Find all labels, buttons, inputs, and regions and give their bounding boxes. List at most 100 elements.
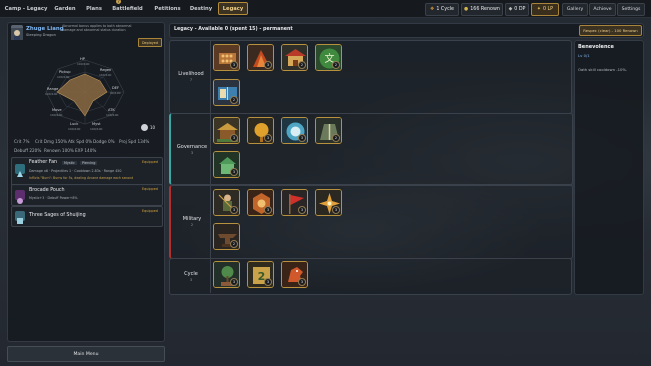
stat-crit: Crit 7% <box>14 139 30 144</box>
item-tag-mystic: Mystic <box>62 160 77 165</box>
abacus-icon[interactable]: 3 <box>213 44 240 71</box>
tab-camp-legacy[interactable]: Camp - Legacy <box>4 3 48 14</box>
item-brocade-pouch[interactable]: Brocade Pouch Equipped Mystic+3 · Debuff… <box>11 184 163 206</box>
stat-dodge: Dodge 0% <box>93 139 115 144</box>
hero-description: Abnormal bonus applies to both abnormal … <box>62 24 132 33</box>
item-stats: Mystic+3 · Debuff Power+8% <box>29 196 78 200</box>
jade-temple-icon[interactable]: 3 <box>213 151 240 178</box>
radar-label-pickup: Pickup <box>59 70 71 74</box>
item-three-sages[interactable]: Three Sages of Shuijing Equipped <box>11 206 163 227</box>
brocade-pouch-icon <box>15 190 25 204</box>
radar-value-pickup: 100/100 <box>57 75 70 79</box>
war-banner-icon[interactable]: 3 <box>281 189 308 216</box>
radar-label-move: Move <box>52 108 62 112</box>
radar-label-def: DEF <box>112 86 120 90</box>
palace-icon[interactable]: 2 <box>281 44 308 71</box>
main-menu-button[interactable]: Main Menu <box>7 346 165 362</box>
book-icon[interactable]: 2 <box>213 79 240 106</box>
cloud-seal-icon[interactable]: 3 <box>281 117 308 144</box>
node-level: 3 <box>264 206 272 214</box>
node-level: 3 <box>230 61 238 69</box>
bagua-shield-icon[interactable]: 3 <box>247 189 274 216</box>
row-title: Livelihood <box>178 71 204 77</box>
scroll-2-icon[interactable]: 2 3 <box>247 261 274 288</box>
renown-counter: ● 166 Renown <box>461 3 503 16</box>
item-feather-fan[interactable]: Feather Fan Mystic Piercing Equipped Dam… <box>11 157 163 186</box>
equipped-label: Equipped <box>142 187 158 191</box>
item-stats: Damage x6 · Projectiles 1 · Cooldown 2.8… <box>29 169 122 173</box>
hero-level-badge: 10 <box>150 125 156 130</box>
radar-label-luck: Luck <box>70 122 79 126</box>
fire-horse-icon[interactable]: 3 <box>281 261 308 288</box>
golden-lantern-icon[interactable]: 3 <box>247 117 274 144</box>
node-level: 3 <box>230 134 238 142</box>
stat-proj-spd: Proj Spd 134% <box>119 139 150 144</box>
node-level: 2 <box>332 61 340 69</box>
calligraphy-icon[interactable]: 文 2 <box>315 44 342 71</box>
compass-star-icon[interactable]: 3 <box>315 189 342 216</box>
gallery-button[interactable]: Gallery <box>562 3 588 16</box>
radar-label-hp: HP <box>80 57 85 61</box>
radar-value-luck: 100/100 <box>68 127 81 131</box>
node-level: 3 <box>230 278 238 286</box>
grain-pile-icon[interactable]: 3 <box>247 44 274 71</box>
row-count: 3 <box>190 151 194 155</box>
bonsai-icon[interactable]: 3 <box>213 261 240 288</box>
node-level: 3 <box>264 61 272 69</box>
tab-legacy[interactable]: Legacy <box>218 2 248 15</box>
pavilion-icon[interactable]: 3 <box>213 117 240 144</box>
stat-debuff: Debuff 220% <box>14 148 42 153</box>
hero-name: Zhuge Liang <box>26 26 64 32</box>
hero-portrait <box>11 25 23 40</box>
robe-icon[interactable]: 2 <box>315 117 342 144</box>
radar-label-range: Range <box>47 87 59 91</box>
row-count: 2 <box>190 223 194 227</box>
deployed-badge: Deployed <box>138 38 162 47</box>
warrior-icon[interactable]: 3 <box>213 189 240 216</box>
stat-crit-dmg: Crit Dmg 150% <box>35 139 68 144</box>
radar-label-atk: ATK <box>108 108 115 112</box>
settings-button[interactable]: Settings <box>617 3 645 16</box>
tab-garden[interactable]: Garden <box>50 3 80 14</box>
stat-renown: Renown 100% <box>44 148 74 153</box>
detail-description: Oath skill cooldown -10%. <box>578 67 628 72</box>
tab-battlefield[interactable]: Battlefield <box>110 3 145 14</box>
item-name: Feather Fan <box>29 160 58 165</box>
radar-label-myst: Myst <box>92 122 101 126</box>
node-level: 3 <box>230 206 238 214</box>
node-level: 3 <box>298 278 306 286</box>
dp-counter: ◆ 0 DP <box>505 3 529 16</box>
anvil-icon[interactable]: 2 <box>213 223 240 250</box>
node-level: 2 <box>230 240 238 248</box>
stat-exp: EXP 140% <box>75 148 97 153</box>
node-level: 3 <box>230 168 238 176</box>
achieve-button[interactable]: Achieve <box>589 3 616 16</box>
legacy-header: Legacy - Available 0 (spent 15) - perman… <box>174 27 293 32</box>
equipped-label: Equipped <box>142 160 158 164</box>
radar-value-regen: 100/100 <box>99 73 112 77</box>
tab-destiny[interactable]: Destiny <box>187 3 215 14</box>
radar-value-hp: 100/100 <box>77 62 90 66</box>
tab-plans[interactable]: Plans <box>83 3 105 14</box>
equipped-label: Equipped <box>142 209 158 213</box>
row-title: Cycle <box>184 271 198 277</box>
radar-value-def: 00/100 <box>110 91 121 95</box>
radar-value-range: 100/100 <box>45 92 58 96</box>
node-level: 2 <box>298 61 306 69</box>
item-name: Three Sages of Shuijing <box>29 213 86 218</box>
radar-value-atk: 100/100 <box>106 113 119 117</box>
row-title: Military <box>182 216 202 222</box>
cycle-counter: ❖ 1 Cycle <box>425 3 459 16</box>
node-level: 2 <box>230 96 238 104</box>
dp-icon: ◆ <box>508 7 513 12</box>
radar-value-move: 100/100 <box>50 113 63 117</box>
tab-petitions[interactable]: Petitions <box>151 3 184 14</box>
node-level: 3 <box>332 206 340 214</box>
row-count: 3 <box>189 278 193 282</box>
detail-panel <box>574 40 644 295</box>
node-level: 3 <box>298 206 306 214</box>
respec-button[interactable]: Respec (clear) - 100 Renown <box>579 25 642 36</box>
stat-atk-spd: Atk Spd 0% <box>68 139 93 144</box>
cycle-icon: ❖ <box>430 7 435 12</box>
three-sages-icon <box>15 211 25 224</box>
